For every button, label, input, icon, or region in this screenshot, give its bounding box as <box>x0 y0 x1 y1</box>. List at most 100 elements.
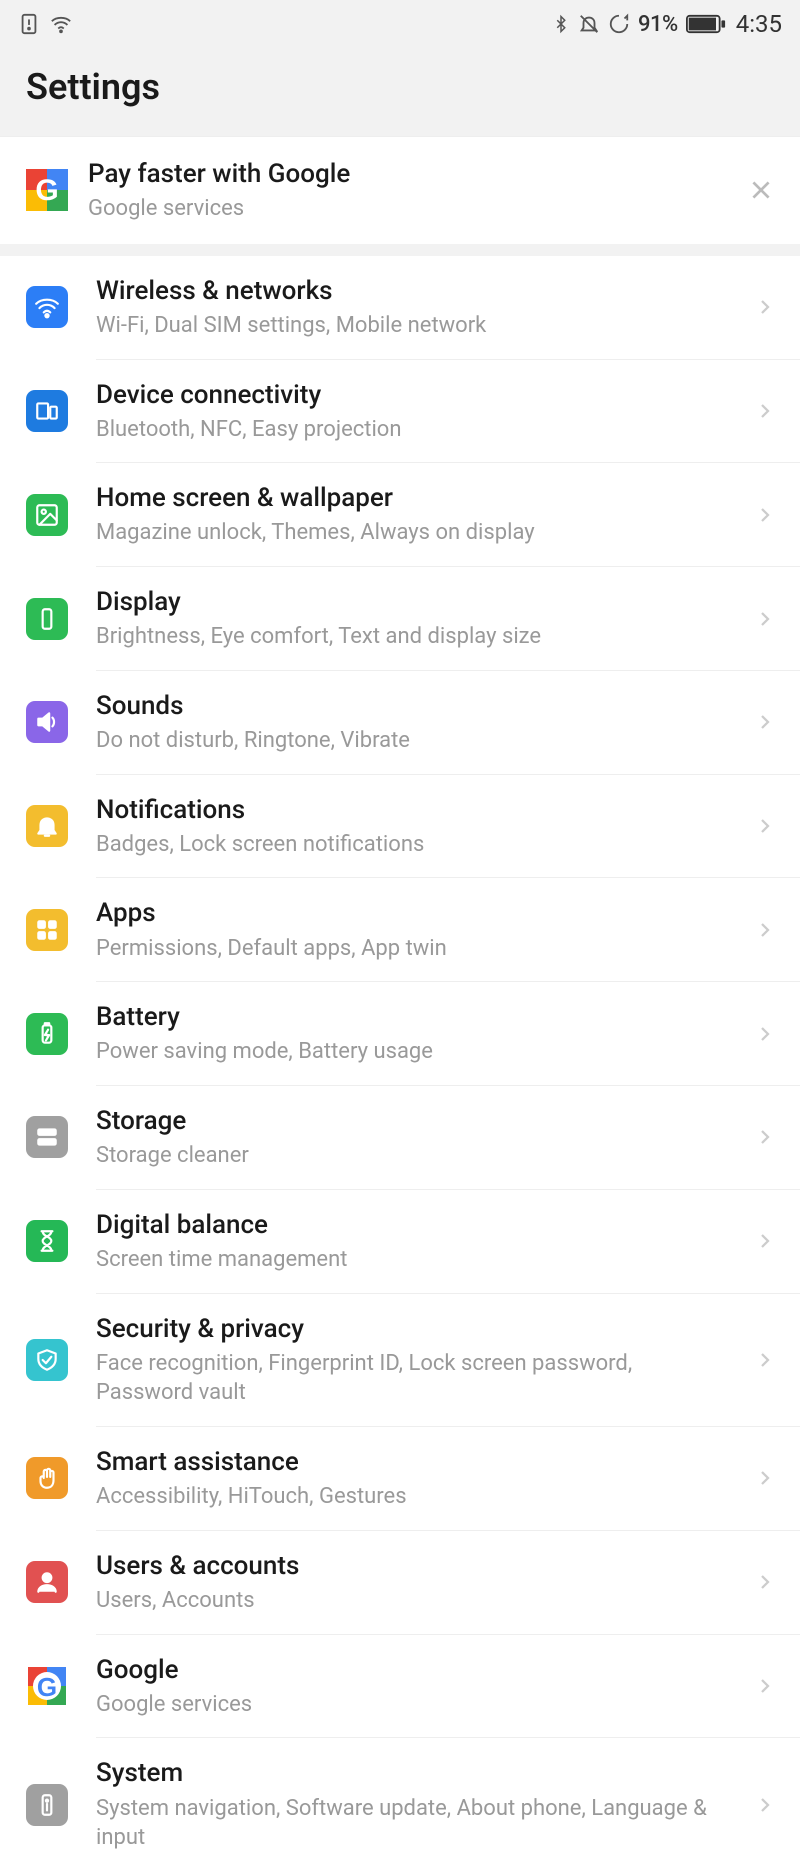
settings-item-apps[interactable]: Apps Permissions, Default apps, App twin <box>0 878 800 981</box>
system-icon <box>26 1784 68 1826</box>
item-title: System <box>96 1756 718 1791</box>
battery-icon <box>26 1013 68 1055</box>
google-promo-card[interactable]: G Pay faster with Google Google services <box>0 136 800 244</box>
settings-item-hourglass[interactable]: Digital balance Screen time management <box>0 1190 800 1293</box>
page-header: Settings <box>0 48 800 136</box>
battery-percent: 91% <box>638 12 678 37</box>
settings-item-image[interactable]: Home screen & wallpaper Magazine unlock,… <box>0 463 800 566</box>
item-body: Home screen & wallpaper Magazine unlock,… <box>96 481 728 548</box>
chevron-right-icon <box>756 1672 774 1700</box>
settings-item-storage[interactable]: Storage Storage cleaner <box>0 1086 800 1189</box>
item-title: Digital balance <box>96 1208 718 1243</box>
sim-alert-icon <box>18 11 40 37</box>
item-subtitle: Badges, Lock screen notifications <box>96 830 718 860</box>
item-body: Smart assistance Accessibility, HiTouch,… <box>96 1445 728 1512</box>
status-right: 91% 4:35 <box>552 10 782 38</box>
item-subtitle: Storage cleaner <box>96 1141 718 1171</box>
item-body: Security & privacy Face recognition, Fin… <box>96 1312 728 1408</box>
item-body: Google Google services <box>96 1653 728 1720</box>
wifi-icon <box>48 13 74 35</box>
status-bar: 91% 4:35 <box>0 0 800 48</box>
item-subtitle: Wi-Fi, Dual SIM settings, Mobile network <box>96 311 718 341</box>
item-title: Sounds <box>96 689 718 724</box>
settings-item-user[interactable]: Users & accounts Users, Accounts <box>0 1531 800 1634</box>
settings-item-display[interactable]: Display Brightness, Eye comfort, Text an… <box>0 567 800 670</box>
sound-icon <box>26 701 68 743</box>
dnd-icon <box>578 12 600 36</box>
item-title: Storage <box>96 1104 718 1139</box>
settings-item-wifi[interactable]: Wireless & networks Wi-Fi, Dual SIM sett… <box>0 256 800 359</box>
item-body: Apps Permissions, Default apps, App twin <box>96 896 728 963</box>
item-title: Home screen & wallpaper <box>96 481 718 516</box>
hourglass-icon <box>26 1220 68 1262</box>
settings-item-system[interactable]: System System navigation, Software updat… <box>0 1738 800 1870</box>
close-icon[interactable] <box>748 177 774 203</box>
chevron-right-icon <box>756 812 774 840</box>
settings-item-shield[interactable]: Security & privacy Face recognition, Fin… <box>0 1294 800 1426</box>
item-subtitle: Google services <box>96 1690 718 1720</box>
chevron-right-icon <box>756 1020 774 1048</box>
shield-icon <box>26 1339 68 1381</box>
item-body: Wireless & networks Wi-Fi, Dual SIM sett… <box>96 274 728 341</box>
promo-subtitle: Google services <box>88 194 728 224</box>
item-body: Users & accounts Users, Accounts <box>96 1549 728 1616</box>
item-subtitle: Magazine unlock, Themes, Always on displ… <box>96 518 718 548</box>
chevron-right-icon <box>756 708 774 736</box>
settings-item-bell[interactable]: Notifications Badges, Lock screen notifi… <box>0 775 800 878</box>
item-subtitle: Users, Accounts <box>96 1586 718 1616</box>
promo-text: Pay faster with Google Google services <box>88 157 728 224</box>
item-title: Battery <box>96 1000 718 1035</box>
item-subtitle: Face recognition, Fingerprint ID, Lock s… <box>96 1349 718 1408</box>
item-body: Device connectivity Bluetooth, NFC, Easy… <box>96 378 728 445</box>
item-title: Device connectivity <box>96 378 718 413</box>
apps-icon <box>26 909 68 951</box>
chevron-right-icon <box>756 1123 774 1151</box>
item-title: Display <box>96 585 718 620</box>
item-title: Users & accounts <box>96 1549 718 1584</box>
item-title: Smart assistance <box>96 1445 718 1480</box>
item-body: Digital balance Screen time management <box>96 1208 728 1275</box>
settings-item-hand[interactable]: Smart assistance Accessibility, HiTouch,… <box>0 1427 800 1530</box>
chevron-right-icon <box>756 1346 774 1374</box>
settings-item-devices[interactable]: Device connectivity Bluetooth, NFC, Easy… <box>0 360 800 463</box>
user-icon <box>26 1561 68 1603</box>
item-title: Notifications <box>96 793 718 828</box>
google-icon: G <box>26 1665 68 1707</box>
chevron-right-icon <box>756 501 774 529</box>
bell-icon <box>26 805 68 847</box>
google-icon: G <box>26 169 68 211</box>
item-title: Apps <box>96 896 718 931</box>
settings-item-google[interactable]: G Google Google services <box>0 1635 800 1738</box>
item-body: Notifications Badges, Lock screen notifi… <box>96 793 728 860</box>
chevron-right-icon <box>756 916 774 944</box>
promo-title: Pay faster with Google <box>88 157 728 192</box>
svg-text:G: G <box>35 174 58 207</box>
item-body: System System navigation, Software updat… <box>96 1756 728 1852</box>
chevron-right-icon <box>756 1227 774 1255</box>
item-body: Sounds Do not disturb, Ringtone, Vibrate <box>96 689 728 756</box>
settings-item-battery[interactable]: Battery Power saving mode, Battery usage <box>0 982 800 1085</box>
page-title: Settings <box>26 66 774 108</box>
item-body: Battery Power saving mode, Battery usage <box>96 1000 728 1067</box>
svg-text:G: G <box>37 1672 57 1702</box>
item-subtitle: Power saving mode, Battery usage <box>96 1037 718 1067</box>
settings-list: Wireless & networks Wi-Fi, Dual SIM sett… <box>0 256 800 1871</box>
item-subtitle: Screen time management <box>96 1245 718 1275</box>
chevron-right-icon <box>756 1791 774 1819</box>
item-title: Wireless & networks <box>96 274 718 309</box>
status-left <box>18 11 74 37</box>
wifi-icon <box>26 286 68 328</box>
item-body: Storage Storage cleaner <box>96 1104 728 1171</box>
image-icon <box>26 494 68 536</box>
chevron-right-icon <box>756 293 774 321</box>
item-subtitle: System navigation, Software update, Abou… <box>96 1794 718 1853</box>
item-subtitle: Accessibility, HiTouch, Gestures <box>96 1482 718 1512</box>
item-subtitle: Permissions, Default apps, App twin <box>96 934 718 964</box>
chevron-right-icon <box>756 605 774 633</box>
item-subtitle: Bluetooth, NFC, Easy projection <box>96 415 718 445</box>
data-saver-icon <box>608 13 630 35</box>
settings-item-sound[interactable]: Sounds Do not disturb, Ringtone, Vibrate <box>0 671 800 774</box>
section-gap <box>0 244 800 256</box>
display-icon <box>26 598 68 640</box>
devices-icon <box>26 390 68 432</box>
